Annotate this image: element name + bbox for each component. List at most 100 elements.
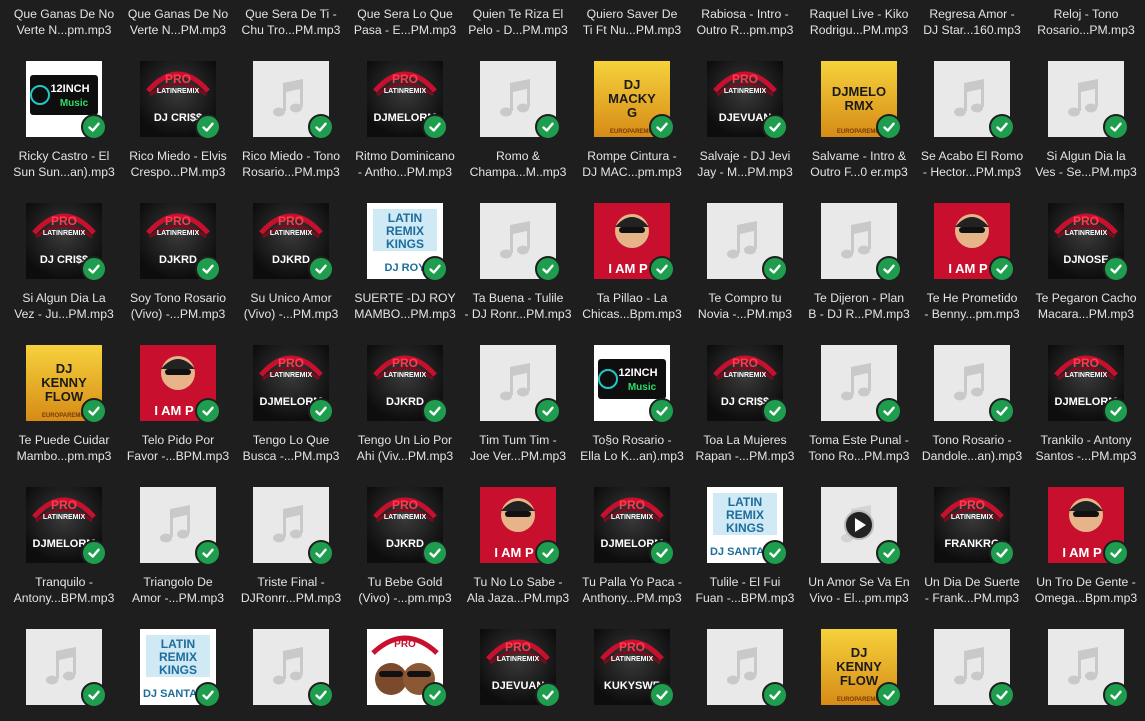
file-name-label[interactable]: Un Amor Se Va En Vivo - El...pm.mp3	[803, 574, 915, 606]
file-name-line: Rodrigu...PM.mp3	[809, 23, 909, 37]
file-name-label[interactable]: Rico Miedo - Tono Rosario...PM.mp3	[235, 148, 347, 180]
file-name-label[interactable]: Toa La Mujeres Rapan -...PM.mp3	[689, 432, 801, 464]
file-name-label[interactable]: Quiero Saver De Ti Ft Nu...PM.mp3	[576, 6, 688, 38]
file-name-label[interactable]: Se Acabo El Romo - Hector...PM.mp3	[916, 148, 1028, 180]
file-name-line: Champa...M..mp3	[469, 165, 567, 179]
file-name-line: SUERTE -DJ ROY	[354, 291, 456, 305]
file-name-label[interactable]: Que Ganas De No Verte N...pm.mp3	[8, 6, 120, 38]
artwork-text: DJKRD	[386, 396, 424, 408]
file-name-label[interactable]: Romo & Champa...M..mp3	[462, 148, 574, 180]
file-name-label[interactable]: Ricky Castro - El Sun Sun...an).mp3	[8, 148, 120, 180]
file-name-label[interactable]: Tim Tum Tim - Joe Ver...PM.mp3	[462, 432, 574, 464]
file-name-label[interactable]: Que Ganas De No Verte N...PM.mp3	[122, 6, 234, 38]
file-name-label[interactable]: Tu Palla Yo Paca - Anthony...PM.mp3	[576, 574, 688, 606]
file-name-line: Soy Tono Rosario	[130, 291, 226, 305]
file-name-label[interactable]: Tulile - El Fui Fuan -...BPM.mp3	[689, 574, 801, 606]
file-name-label[interactable]: Tranquilo - Antony...BPM.mp3	[8, 574, 120, 606]
artwork-text: PRO	[732, 72, 758, 86]
synced-check-icon	[876, 256, 902, 282]
file-name-label[interactable]: SUERTE -DJ ROY MAMBO...PM.mp3	[349, 290, 461, 322]
file-name-label[interactable]: Su Unico Amor (Vivo) -...PM.mp3	[235, 290, 347, 322]
file-name-label[interactable]: Si Algun Dia La Vez - Ju...PM.mp3	[8, 290, 120, 322]
synced-check-icon	[535, 682, 561, 708]
file-name-label[interactable]: Rompe Cintura - DJ MAC...pm.mp3	[576, 148, 688, 180]
file-name-label[interactable]: Te Dijeron - Plan B - DJ R...PM.mp3	[803, 290, 915, 322]
file-name-label[interactable]: Trankilo - Antony Santos -...PM.mp3	[1030, 432, 1142, 464]
file-name-label[interactable]: Reloj - Tono Rosario...PM.mp3	[1030, 6, 1142, 38]
file-name-label[interactable]: Tu Bebe Gold (Vivo) -...pm.mp3	[349, 574, 461, 606]
file-name-label[interactable]: Un Dia De Suerte - Frank...PM.mp3	[916, 574, 1028, 606]
file-name-label[interactable]: Rabiosa - Intro - Outro R...pm.mp3	[689, 6, 801, 38]
file-name-line: Tono Ro...PM.mp3	[808, 449, 910, 463]
synced-check-icon	[308, 398, 334, 424]
file-name-label[interactable]: Tono Rosario - Dandole...an).mp3	[916, 432, 1028, 464]
file-name-line: Un Dia De Suerte	[924, 575, 1020, 589]
file-name-line: Rabiosa - Intro -	[701, 7, 789, 21]
file-name-label[interactable]: Ritmo Dominicano - Antho...PM.mp3	[349, 148, 461, 180]
file-name-line: Toa La Mujeres	[703, 433, 787, 447]
synced-check-icon	[195, 540, 221, 566]
file-name-label[interactable]: Si Algun Dia la Ves - Se...PM.mp3	[1030, 148, 1142, 180]
file-name-line: Tono Rosario -	[932, 433, 1012, 447]
artwork-text: KINGS	[386, 237, 424, 251]
file-name-line: Crespo...PM.mp3	[130, 165, 226, 179]
file-name-label[interactable]: Raquel Live - Kiko Rodrigu...PM.mp3	[803, 6, 915, 38]
file-name-line: Rico Miedo - Elvis	[129, 149, 227, 163]
file-name-line: Amor -...PM.mp3	[131, 591, 225, 605]
file-name-line: Tu No Lo Sabe -	[473, 575, 563, 589]
file-name-line: Ta Pillao - La	[596, 291, 668, 305]
file-name-line: Ella Lo K...an).mp3	[580, 449, 684, 463]
file-name-line: Salvame - Intro &	[811, 149, 907, 163]
file-name-line: Outro R...pm.mp3	[696, 23, 794, 37]
file-name-label[interactable]: Te Compro tu Novia -...PM.mp3	[689, 290, 801, 322]
file-name-label[interactable]: Te Pegaron Cacho Macara...PM.mp3	[1030, 290, 1142, 322]
synced-check-icon	[876, 114, 902, 140]
file-name-label[interactable]: Salvame - Intro & Outro F...0 er.mp3	[803, 148, 915, 180]
synced-check-icon	[81, 114, 107, 140]
synced-check-icon	[195, 256, 221, 282]
file-name-label[interactable]: Tengo Un Lio Por Ahi (Viv...PM.mp3	[349, 432, 461, 464]
file-name-label[interactable]: Te Puede Cuidar Mambo...pm.mp3	[8, 432, 120, 464]
file-name-label[interactable]: Soy Tono Rosario (Vivo) -...PM.mp3	[122, 290, 234, 322]
file-name-label[interactable]: Tengo Lo Que Busca -...PM.mp3	[235, 432, 347, 464]
synced-check-icon	[422, 114, 448, 140]
file-name-label[interactable]: Triste Final - DJRonrr...PM.mp3	[235, 574, 347, 606]
synced-check-icon	[649, 398, 675, 424]
file-name-label[interactable]: Te He Prometido - Benny...pm.mp3	[916, 290, 1028, 322]
file-name-label[interactable]: Rico Miedo - Elvis Crespo...PM.mp3	[122, 148, 234, 180]
file-name-line: Si Algun Dia la	[1046, 149, 1126, 163]
file-name-label[interactable]: Que Sera De Ti - Chu Tro...PM.mp3	[235, 6, 347, 38]
file-name-label[interactable]: Regresa Amor - DJ Star...160.mp3	[916, 6, 1028, 38]
file-name-label[interactable]: Tu No Lo Sabe - Ala Jaza...PM.mp3	[462, 574, 574, 606]
file-name-line: Pasa - E...PM.mp3	[353, 23, 457, 37]
artwork-text: LATINREMIX	[611, 656, 654, 663]
file-name-line: Que Ganas De No	[13, 7, 115, 21]
file-name-line: Regresa Amor -	[929, 7, 1015, 21]
artwork-text: 12INCH	[618, 367, 657, 379]
file-name-label[interactable]: Triangolo De Amor -...PM.mp3	[122, 574, 234, 606]
artwork-text: PRO	[1073, 356, 1099, 370]
file-name-label[interactable]: Ta Pillao - La Chicas...Bpm.mp3	[576, 290, 688, 322]
synced-check-icon	[535, 256, 561, 282]
file-name-label[interactable]: Que Sera Lo Que Pasa - E...PM.mp3	[349, 6, 461, 38]
synced-check-icon	[762, 540, 788, 566]
file-name-label[interactable]: To§o Rosario - Ella Lo K...an).mp3	[576, 432, 688, 464]
file-name-line: Que Sera Lo Que	[357, 7, 453, 21]
synced-check-icon	[1103, 256, 1129, 282]
file-name-label[interactable]: Un Tro De Gente - Omega...Bpm.mp3	[1030, 574, 1142, 606]
file-name-line: DJ MAC...pm.mp3	[582, 165, 682, 179]
file-name-line: Vez - Ju...PM.mp3	[14, 307, 114, 321]
synced-check-icon	[989, 114, 1015, 140]
file-name-label[interactable]: Salvaje - DJ Jevi Jay - M...PM.mp3	[689, 148, 801, 180]
file-name-line: DJRonrr...PM.mp3	[240, 591, 342, 605]
file-name-line: Salvaje - DJ Jevi	[699, 149, 791, 163]
file-name-label[interactable]: Quien Te Riza El Pelo - D...PM.mp3	[462, 6, 574, 38]
file-name-line: Toma Este Punal -	[809, 433, 909, 447]
file-name-label[interactable]: Toma Este Punal - Tono Ro...PM.mp3	[803, 432, 915, 464]
file-name-label[interactable]: Ta Buena - Tulile - DJ Ronr...PM.mp3	[462, 290, 574, 322]
file-name-label[interactable]: Telo Pido Por Favor -...BPM.mp3	[122, 432, 234, 464]
file-name-line: Que Ganas De No	[127, 7, 229, 21]
artwork-text: EUROPAREMIX	[42, 413, 86, 419]
file-name-line: (Vivo) -...PM.mp3	[243, 307, 339, 321]
artwork-text: PRO	[959, 498, 985, 512]
